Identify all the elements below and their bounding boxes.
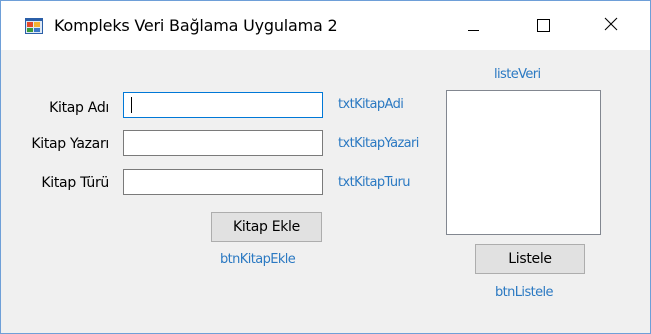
maximize-button[interactable] [520, 1, 566, 50]
kitap-turu-label: Kitap Türü [41, 175, 109, 191]
btnlistele-caption: btnListele [495, 285, 554, 300]
window-title: Kompleks Veri Bağlama Uygulama 2 [54, 16, 338, 35]
listeveri-caption: listeVeri [494, 67, 541, 82]
minimize-button[interactable] [451, 1, 497, 50]
kitap-turu-input[interactable] [123, 169, 323, 195]
txtkitapturu-caption: txtKitapTuru [338, 175, 411, 190]
txtkitapyazari-caption: txtKitapYazari [338, 136, 419, 151]
title-bar[interactable]: Kompleks Veri Bağlama Uygulama 2 [1, 1, 650, 50]
kitap-ekle-button[interactable]: Kitap Ekle [211, 212, 322, 242]
kitap-yazari-label: Kitap Yazarı [31, 136, 109, 152]
kitap-adi-input[interactable] [123, 92, 323, 118]
btnkitapekle-caption: btnKitapEkle [220, 252, 296, 267]
txtkitapadi-caption: txtKitapAdi [338, 97, 404, 112]
text-caret [131, 97, 132, 113]
main-window: Kompleks Veri Bağlama Uygulama 2 Kitap A… [0, 0, 651, 334]
close-icon [604, 17, 618, 31]
close-button[interactable] [589, 1, 635, 50]
liste-veri-listbox[interactable] [446, 90, 601, 235]
kitap-yazari-input[interactable] [123, 130, 323, 156]
minimize-icon [468, 30, 479, 31]
kitap-adi-label: Kitap Adı [49, 100, 109, 116]
listele-button[interactable]: Listele [475, 244, 585, 274]
maximize-icon [537, 19, 550, 32]
app-icon [25, 18, 43, 34]
